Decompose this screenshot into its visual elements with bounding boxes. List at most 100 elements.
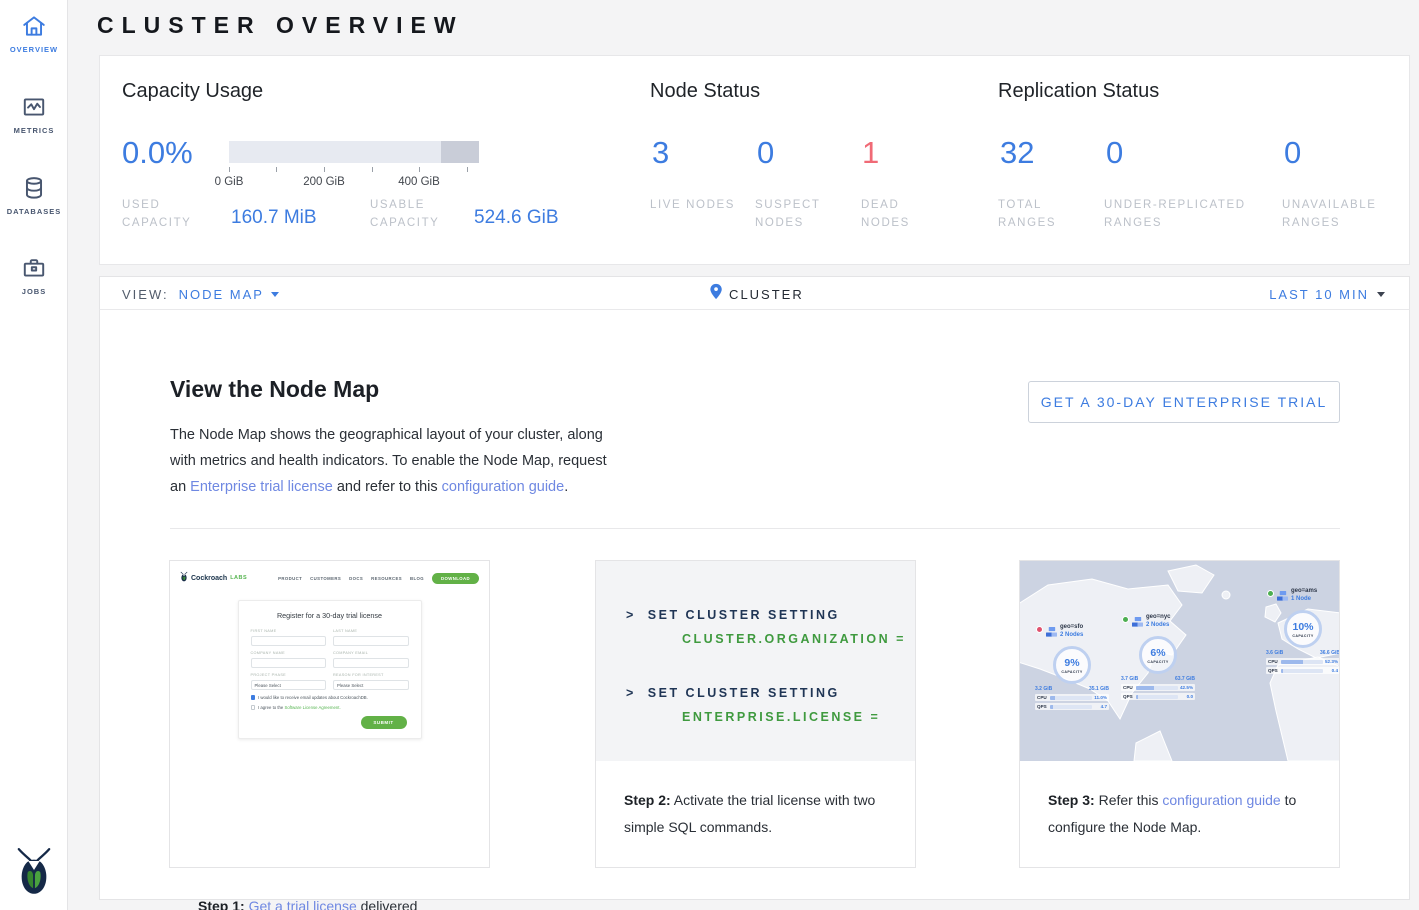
- scope-indicator: CLUSTER: [709, 277, 804, 311]
- preview-nav-item: CUSTOMERS: [310, 576, 341, 581]
- qps-label: QPS: [1037, 704, 1048, 709]
- cluster-summary-card: Capacity Usage 0.0% 0 GiB 200 GiB 400 Gi…: [99, 55, 1410, 265]
- cpu-meter: CPU 52.3%: [1266, 658, 1339, 665]
- step2-label: Step 2:: [624, 792, 671, 808]
- map-locale-sfo: geo=sfo 2 Nodes 9% CAPACITY 3.2 GiB 35.1…: [1032, 625, 1112, 712]
- step1-caption: Step 1: Get a trial license delivered st…: [170, 867, 489, 910]
- section-divider: [170, 528, 1340, 529]
- cockroach-labs-logo-icon: [180, 569, 188, 587]
- preview-form-fields: FIRST NAME LAST NAME COMPANY NAME COMPAN…: [251, 627, 409, 690]
- suspect-nodes-label: SUSPECT NODES: [755, 196, 845, 232]
- healthy-badge-icon: [1267, 590, 1274, 597]
- unavailable-ranges-count: 0: [1284, 135, 1301, 171]
- locale-names: geo=nyc 2 Nodes: [1146, 614, 1171, 629]
- sql-keyword-line: > SET CLUSTER SETTING: [626, 603, 915, 627]
- cpu-value: 42.5%: [1180, 685, 1193, 690]
- preview-nav-item: BLOG: [410, 576, 424, 581]
- jobs-icon: [0, 255, 68, 281]
- preview-field-label: REASON FOR INTEREST: [333, 673, 409, 677]
- time-range-dropdown[interactable]: LAST 10 MIN: [1269, 277, 1385, 311]
- cockroachdb-logo: [0, 845, 68, 902]
- qps-value: 0.0: [1180, 694, 1193, 699]
- preview-form-title: Register for a 30-day trial license: [251, 611, 409, 620]
- warning-badge-icon: [1036, 626, 1043, 633]
- preview-select: Please Select: [333, 680, 409, 690]
- preview-select: Please Select: [251, 680, 327, 690]
- cpu-label: CPU: [1037, 695, 1048, 700]
- capacity-range: 3.6 GiB 36.6 GiB: [1266, 650, 1339, 656]
- capacity-range: 3.2 GiB 35.1 GiB: [1035, 686, 1109, 692]
- gauge-tick: [229, 167, 230, 172]
- cluster-overview-page: OVERVIEW METRICS DATABASES: [0, 0, 1419, 910]
- preview-text-input: [251, 636, 327, 646]
- locale-header: geo=sfo 2 Nodes: [1036, 625, 1112, 643]
- total-gib: 63.7 GiB: [1175, 676, 1195, 682]
- view-dropdown[interactable]: NODE MAP: [179, 287, 279, 302]
- used-gib: 3.7 GiB: [1121, 676, 1138, 682]
- step2-caption: Step 2: Activate the trial license with …: [596, 761, 915, 841]
- enterprise-trial-license-link[interactable]: Enterprise trial license: [190, 479, 333, 495]
- sql-command: > SET CLUSTER SETTING ENTERPRISE.LICENSE…: [626, 681, 915, 729]
- metrics-icon: [0, 94, 68, 120]
- unavailable-ranges-label: UNAVAILABLE RANGES: [1282, 196, 1402, 232]
- sidebar-item-label: DATABASES: [0, 207, 68, 216]
- usable-capacity-value: 524.6 GiB: [474, 207, 559, 229]
- scope-label: CLUSTER: [729, 287, 804, 302]
- qps-meter: QPS 0.0: [1121, 693, 1195, 700]
- sidebar-item-jobs[interactable]: JOBS: [0, 255, 68, 296]
- capacity-range: 3.7 GiB 63.7 GiB: [1121, 676, 1195, 682]
- preview-checkbox-row: I agree to the Software License Agreemen…: [251, 705, 409, 710]
- cpu-bar: [1136, 686, 1178, 690]
- preview-checkbox-checked: [251, 695, 256, 700]
- sidebar-item-databases[interactable]: DATABASES: [0, 175, 68, 216]
- used-capacity-label: USED CAPACITY: [122, 196, 207, 232]
- preview-checkbox-label: I agree to the Software License Agreemen…: [258, 705, 341, 710]
- cpu-label: CPU: [1268, 659, 1279, 664]
- used-capacity-value: 160.7 MiB: [231, 207, 317, 229]
- preview-nav: PRODUCT CUSTOMERS DOCS RESOURCES BLOG DO…: [278, 573, 479, 584]
- preview-text-input: [251, 658, 327, 668]
- gauge-tick: [419, 167, 420, 172]
- preview-nav-item: RESOURCES: [371, 576, 402, 581]
- description-text: .: [564, 479, 568, 495]
- configuration-guide-link[interactable]: configuration guide: [442, 479, 565, 495]
- trial-registration-preview: Cockroach LABS PRODUCT CUSTOMERS DOCS RE…: [170, 561, 489, 867]
- locale-names: geo=ams 1 Node: [1291, 588, 1317, 603]
- node-map-panel: View the Node Map The Node Map shows the…: [99, 310, 1410, 900]
- capacity-gauge-reserved-segment: [441, 141, 479, 163]
- capacity-gauge: [229, 141, 479, 163]
- preview-brand: Cockroach LABS: [180, 569, 247, 587]
- get-trial-license-link[interactable]: Get a trial license: [249, 898, 357, 910]
- view-bar: VIEW: NODE MAP CLUSTER LAST 10 MIN: [99, 276, 1410, 310]
- preview-field-label: FIRST NAME: [251, 629, 327, 633]
- preview-text-input: [333, 658, 409, 668]
- capacity-percent: 6%: [1150, 647, 1165, 659]
- capacity-label: CAPACITY: [1061, 670, 1082, 674]
- capacity-usage-title: Capacity Usage: [122, 80, 263, 103]
- view-selector-group: VIEW: NODE MAP: [122, 277, 279, 311]
- sidebar-item-overview[interactable]: OVERVIEW: [0, 13, 68, 54]
- capacity-percent: 0.0%: [122, 135, 193, 171]
- enterprise-trial-button[interactable]: GET A 30-DAY ENTERPRISE TRIAL: [1028, 381, 1340, 423]
- sidebar-item-metrics[interactable]: METRICS: [0, 94, 68, 135]
- total-gib: 35.1 GiB: [1089, 686, 1109, 692]
- preview-download-button: DOWNLOAD: [432, 573, 479, 584]
- home-icon: [0, 13, 68, 39]
- configuration-guide-link[interactable]: configuration guide: [1162, 792, 1280, 808]
- preview-checkbox-label: I would like to receive email updates ab…: [258, 695, 368, 700]
- view-dropdown-value: NODE MAP: [179, 287, 264, 302]
- preview-text-input: [333, 636, 409, 646]
- locale-names: geo=sfo 2 Nodes: [1060, 624, 1083, 639]
- capacity-ring: 6% CAPACITY: [1139, 636, 1177, 674]
- used-gib: 3.6 GiB: [1266, 650, 1283, 656]
- gauge-tick-label: 400 GiB: [389, 176, 449, 188]
- preview-registration-form: Register for a 30-day trial license FIRS…: [238, 600, 422, 739]
- under-replicated-ranges-label: UNDER-REPLICATED RANGES: [1104, 196, 1269, 232]
- step3-card: geo=sfo 2 Nodes 9% CAPACITY 3.2 GiB 35.1…: [1019, 560, 1340, 868]
- chevron-down-icon: [1377, 292, 1385, 297]
- node-status-title: Node Status: [650, 80, 760, 103]
- locale-name: geo=ams: [1291, 588, 1317, 596]
- usable-capacity-label: USABLE CAPACITY: [370, 196, 455, 232]
- healthy-badge-icon: [1122, 616, 1129, 623]
- sidebar: OVERVIEW METRICS DATABASES: [0, 0, 68, 910]
